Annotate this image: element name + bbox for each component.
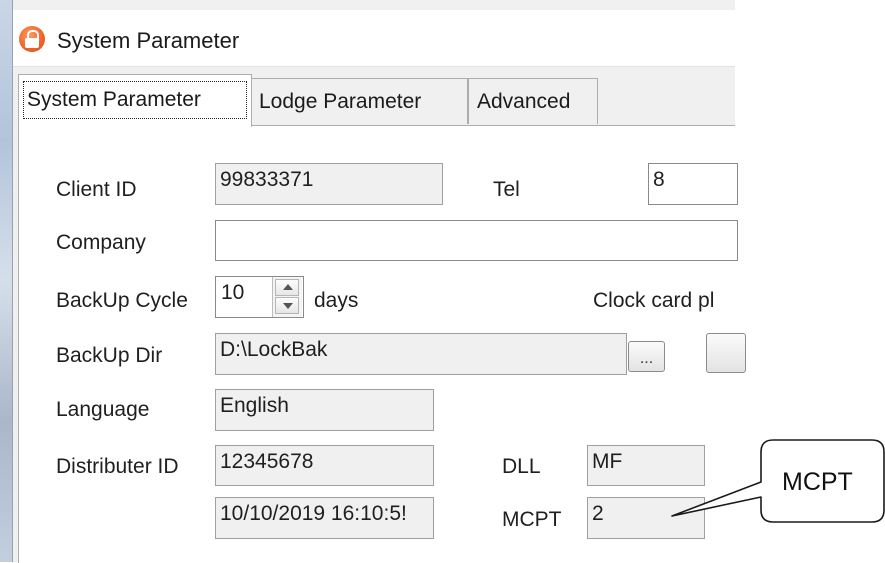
clock-card-label: Clock card pl	[593, 289, 715, 312]
tab-advanced[interactable]: Advanced	[468, 78, 598, 124]
language-field[interactable]: English	[215, 389, 434, 431]
partially-visible-button[interactable]	[706, 333, 746, 373]
language-label: Language	[56, 398, 150, 421]
distributer-id-label: Distributer ID	[56, 455, 179, 478]
company-label: Company	[56, 231, 146, 254]
backup-cycle-stepper[interactable]	[272, 277, 302, 317]
dll-label: DLL	[502, 455, 541, 478]
distributer-id-field[interactable]: 12345678	[215, 445, 434, 486]
chevron-up-icon	[283, 284, 293, 290]
mcpt-label: MCPT	[502, 508, 562, 531]
tel-input[interactable]: 8	[648, 163, 738, 205]
callout-text: MCPT	[782, 468, 853, 496]
company-input[interactable]	[215, 220, 738, 261]
client-id-label: Client ID	[56, 178, 137, 201]
stepper-down-button[interactable]	[275, 297, 299, 314]
title-bar: System Parameter	[13, 10, 735, 67]
tel-label: Tel	[493, 178, 520, 201]
backup-cycle-label: BackUp Cycle	[56, 289, 188, 312]
client-id-field[interactable]: 99833371	[215, 163, 443, 205]
window-title: System Parameter	[57, 28, 240, 53]
chevron-down-icon	[283, 303, 293, 309]
backup-dir-label: BackUp Dir	[56, 344, 163, 367]
tab-label: System Parameter	[27, 88, 201, 111]
tab-system-parameter[interactable]: System Parameter	[18, 74, 252, 127]
datetime-field[interactable]: 10/10/2019 16:10:5!	[215, 497, 434, 539]
tab-lodge-parameter[interactable]: Lodge Parameter	[250, 78, 468, 124]
backup-cycle-unit: days	[314, 289, 359, 312]
stepper-up-button[interactable]	[275, 279, 299, 296]
lock-icon	[19, 26, 45, 52]
browse-button[interactable]: ...	[628, 341, 665, 372]
backup-dir-field[interactable]: D:\LockBak	[215, 333, 627, 375]
desktop-background-strip	[0, 0, 12, 562]
